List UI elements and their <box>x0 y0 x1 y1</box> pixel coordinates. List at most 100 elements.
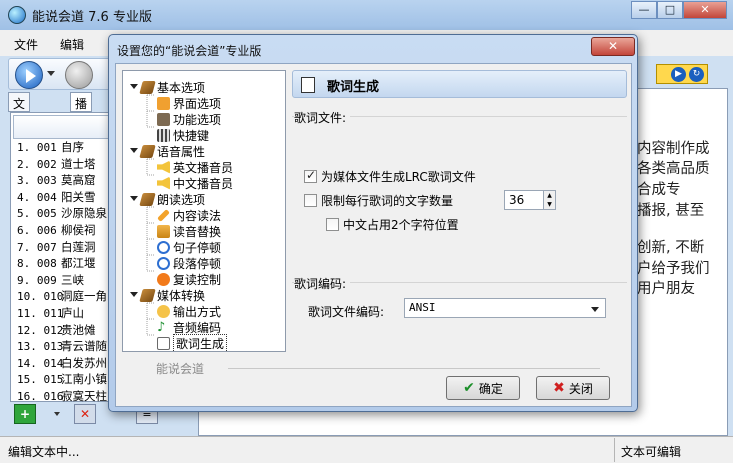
editor-line: 户给予我们 <box>637 261 710 277</box>
menu-edit[interactable]: 编辑 <box>60 36 84 53</box>
playlist-item-index: 2. 002 <box>17 157 57 171</box>
tree-item[interactable]: 句子停顿 <box>157 239 221 255</box>
ok-button[interactable]: ✔ 确定 <box>446 376 520 400</box>
tree-item-label: 界面选项 <box>173 96 222 111</box>
tree-item[interactable]: 中文播音员 <box>157 175 233 191</box>
tree-item[interactable]: 英文播音员 <box>157 159 233 175</box>
group-label-lyrics-encoding: 歌词编码: <box>294 275 351 292</box>
expand-arrow-icon[interactable] <box>129 83 138 91</box>
limit-chars-checkbox[interactable]: 限制每行歌词的文字数量 <box>304 192 453 209</box>
speaker-icon <box>157 176 170 190</box>
chars-per-line-stepper[interactable]: 36 ▲ ▼ <box>504 190 556 210</box>
tree-item-label: 语音属性 <box>157 144 206 159</box>
playlist-item-index: 16. 016 <box>17 389 64 403</box>
tree-item[interactable]: 歌词生成 <box>157 333 228 351</box>
tree-item[interactable]: 媒体转换 <box>129 287 205 303</box>
play-dropdown-arrow-icon[interactable] <box>47 71 55 76</box>
playlist-item[interactable]: 1. 001 自序 <box>17 139 107 156</box>
playlist-item[interactable]: 13. 013青云谱随 <box>17 338 107 355</box>
dialog-close-button[interactable]: ✕ <box>591 37 635 56</box>
remove-file-icon[interactable]: ✕ <box>74 404 96 424</box>
playlist-item-name: 洞庭一角 <box>61 289 107 304</box>
playlist-item[interactable]: 10. 010洞庭一角 <box>17 288 107 305</box>
add-file-icon[interactable]: + <box>14 404 36 424</box>
tree-item-label: 基本选项 <box>157 80 206 95</box>
cjk-double-width-checkbox[interactable]: 中文占用2个字符位置 <box>326 216 459 233</box>
playlist-item[interactable]: 14. 014白发苏州 <box>17 355 107 372</box>
tree-item-label: 内容读法 <box>173 208 222 223</box>
book-icon <box>139 288 156 302</box>
tree-item[interactable]: 基本选项 <box>129 79 205 95</box>
generate-lrc-label: 为媒体文件生成LRC歌词文件 <box>321 170 476 184</box>
expand-arrow-icon[interactable] <box>129 147 138 155</box>
group-label-lyrics-file: 歌词文件: <box>294 109 351 126</box>
expand-arrow-icon[interactable] <box>129 195 138 203</box>
tree-item[interactable]: 读音替换 <box>157 223 221 239</box>
tree-item[interactable]: 复读控制 <box>157 271 221 287</box>
playlist-item[interactable]: 3. 003 莫高窟 <box>17 172 107 189</box>
right-toolbar: ▶ ↻ <box>656 64 708 84</box>
stepper-arrows-icon[interactable]: ▲ ▼ <box>543 191 555 209</box>
expand-arrow-icon[interactable] <box>129 291 138 299</box>
minimize-button[interactable]: — <box>631 1 657 19</box>
main-window-title: 能说会道 7.6 专业版 <box>32 10 152 25</box>
tab-playlist[interactable]: 播放列 <box>70 92 93 145</box>
tree-item-label: 媒体转换 <box>157 288 206 303</box>
playlist-item[interactable]: 5. 005 沙原隐泉 <box>17 205 107 222</box>
menu-file[interactable]: 文件 <box>14 36 38 53</box>
playlist-item-index: 14. 014 <box>17 356 64 370</box>
playlist-item[interactable]: 8. 008 都江堰 <box>17 255 107 272</box>
encoding-label: 歌词文件编码: <box>308 305 385 319</box>
tree-item[interactable]: 语音属性 <box>129 143 205 159</box>
playlist-item-name: 沙原隐泉 <box>61 206 107 221</box>
playlist-panel: 1. 001 自序 2. 002 道士塔 3. 003 莫高窟 4. 004 阳关雪 5. 00… <box>10 112 110 405</box>
play-icon[interactable] <box>15 61 43 89</box>
playlist-item[interactable]: 7. 007 白莲洞 <box>17 239 107 256</box>
playlist-item-name: 道士塔 <box>61 156 96 171</box>
add-dropdown-arrow-icon[interactable] <box>54 412 60 416</box>
checkbox-box[interactable] <box>304 168 317 183</box>
pencil-icon <box>157 208 170 222</box>
generate-lrc-checkbox[interactable]: 为媒体文件生成LRC歌词文件 <box>304 168 476 185</box>
tree-item[interactable]: 内容读法 <box>157 207 221 223</box>
playlist-item-name: 青云谱随 <box>61 339 107 354</box>
checkbox-box[interactable] <box>326 218 339 231</box>
playlist-item-index: 1. 001 <box>17 141 57 154</box>
maximize-button[interactable]: □ <box>657 1 683 19</box>
tree-item[interactable]: 朗读选项 <box>129 191 205 207</box>
playlist-item[interactable]: 16. 016寂寞天柱 <box>17 388 107 405</box>
playlist-item-index: 8. 008 <box>17 257 57 271</box>
speaker-icon <box>157 160 170 174</box>
refresh-icon[interactable]: ↻ <box>689 67 704 82</box>
pause-icon[interactable] <box>65 61 93 89</box>
playlist-item[interactable]: 11. 011庐山 <box>17 305 107 322</box>
tree-item[interactable]: 功能选项 <box>157 111 221 127</box>
checkbox-box[interactable] <box>304 194 317 207</box>
chevron-down-icon[interactable] <box>591 307 599 312</box>
playlist-item[interactable]: 2. 002 道士塔 <box>17 156 107 173</box>
playlist-item[interactable]: 6. 006 柳侯祠 <box>17 222 107 239</box>
tree-item[interactable]: 界面选项 <box>157 95 221 111</box>
playlist-item[interactable]: 15. 015江南小镇 <box>17 371 107 388</box>
chars-per-line-value: 36 <box>509 193 525 207</box>
status-text: 编辑文本中... <box>8 445 80 459</box>
tree-item-label: 英文播音员 <box>173 160 234 175</box>
status-bar: 编辑文本中... 文本可编辑 <box>0 436 733 463</box>
encoding-select[interactable]: ANSI <box>404 298 606 318</box>
tree-item-label: 功能选项 <box>173 112 222 127</box>
tree-item[interactable]: 输出方式 <box>157 303 221 319</box>
tree-item[interactable]: 快捷键 <box>157 127 209 143</box>
close-window-button[interactable]: ✕ <box>683 1 727 19</box>
close-button[interactable]: ✖ 关闭 <box>536 376 610 400</box>
playlist-item-name: 庐山 <box>61 305 84 320</box>
tab-file-browser[interactable]: 文件浏览 <box>8 92 31 162</box>
playlist-item[interactable]: 4. 004 阳关雪 <box>17 189 107 206</box>
playlist-item[interactable]: 9. 009 三峡 <box>17 272 107 289</box>
editor-line: 用户朋友 <box>637 281 695 297</box>
next-icon[interactable]: ▶ <box>671 67 686 82</box>
lyrics-settings-panel: 歌词生成 歌词文件: 为媒体文件生成LRC歌词文件 限制每行歌词的文字数量 36… <box>292 70 627 352</box>
playlist: 1. 001 自序 2. 002 道士塔 3. 003 莫高窟 4. 004 阳关雪 5. 00… <box>17 139 107 405</box>
tree-item[interactable]: 段落停顿 <box>157 255 221 271</box>
playlist-item-index: 3. 003 <box>17 174 57 188</box>
playlist-item[interactable]: 12. 012贵池傩 <box>17 322 107 339</box>
